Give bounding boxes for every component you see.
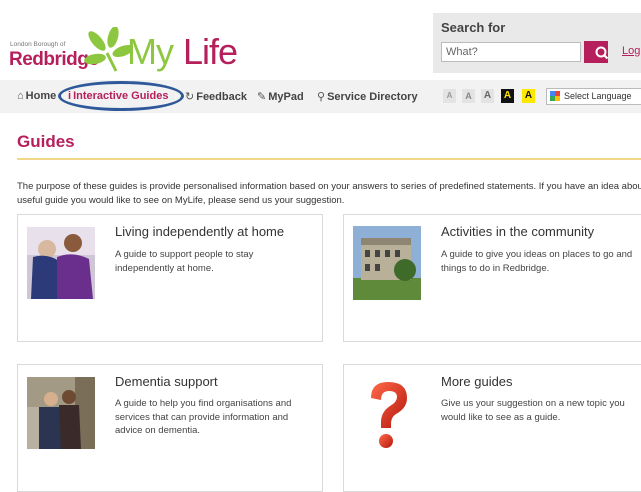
- guide-card-description: Give us your suggestion on a new topic y…: [441, 398, 625, 423]
- nav-item-mypad[interactable]: ✎ MyPad: [257, 90, 304, 103]
- title-divider: [17, 158, 641, 160]
- contrast-dark-button[interactable]: A: [501, 89, 514, 103]
- refresh-icon: ↻: [185, 91, 195, 103]
- nav-item-label: Service Directory: [327, 91, 418, 103]
- question-mark-icon: [371, 382, 407, 448]
- edit-icon: ✎: [257, 91, 267, 103]
- nav-item-label: MyPad: [268, 91, 304, 103]
- guide-card-description: A guide to support people to stay indepe…: [115, 249, 254, 274]
- nav-item-home[interactable]: ⌂ Home: [17, 90, 56, 102]
- search-input[interactable]: [441, 42, 581, 62]
- nav-item-label: Home: [25, 90, 57, 102]
- text-size-medium-button[interactable]: A: [462, 89, 475, 103]
- login-link[interactable]: Log: [622, 45, 640, 57]
- guide-card-title[interactable]: Activities in the community: [441, 224, 594, 239]
- search-button[interactable]: [584, 41, 609, 63]
- guide-card-title[interactable]: More guides: [441, 374, 513, 389]
- logo-brand-life[interactable]: Life: [183, 31, 238, 73]
- guide-image-living-independently: [27, 227, 95, 299]
- nav-item-label: Feedback: [196, 91, 247, 103]
- guide-card-description: A guide to give you ideas on places to g…: [441, 249, 633, 274]
- nav-item-label: Interactive Guides: [73, 90, 169, 102]
- google-translate-icon: [550, 91, 560, 101]
- leaf-logo-icon[interactable]: [83, 27, 133, 73]
- logo-brand-my[interactable]: My: [127, 31, 174, 73]
- guide-image-dementia-support: [27, 377, 95, 449]
- search-icon: [595, 46, 609, 60]
- text-size-small-button[interactable]: A: [443, 89, 456, 103]
- intro-text: The purpose of these guides is provide p…: [17, 181, 641, 206]
- contrast-yellow-button[interactable]: A: [522, 89, 535, 103]
- guide-card-title[interactable]: Dementia support: [115, 374, 218, 389]
- text-size-large-button[interactable]: A: [481, 89, 494, 103]
- language-select-label: Select Language: [564, 91, 632, 101]
- nav-item-feedback[interactable]: ↻ Feedback: [185, 90, 247, 103]
- search-label: Search for: [441, 20, 506, 35]
- nav-item-service-directory[interactable]: ⚲ Service Directory: [317, 90, 418, 103]
- page-title: Guides: [17, 132, 75, 151]
- info-icon: i: [68, 90, 72, 102]
- logo-council-small: London Borough of: [10, 41, 66, 48]
- guide-image-activities-community: [353, 226, 421, 300]
- guide-card-description: A guide to help you find organisations a…: [115, 398, 292, 436]
- map-marker-icon: ⚲: [317, 91, 326, 103]
- nav-item-interactive-guides[interactable]: i Interactive Guides: [68, 90, 168, 102]
- guide-card-title[interactable]: Living independently at home: [115, 224, 284, 239]
- home-icon: ⌂: [17, 90, 24, 102]
